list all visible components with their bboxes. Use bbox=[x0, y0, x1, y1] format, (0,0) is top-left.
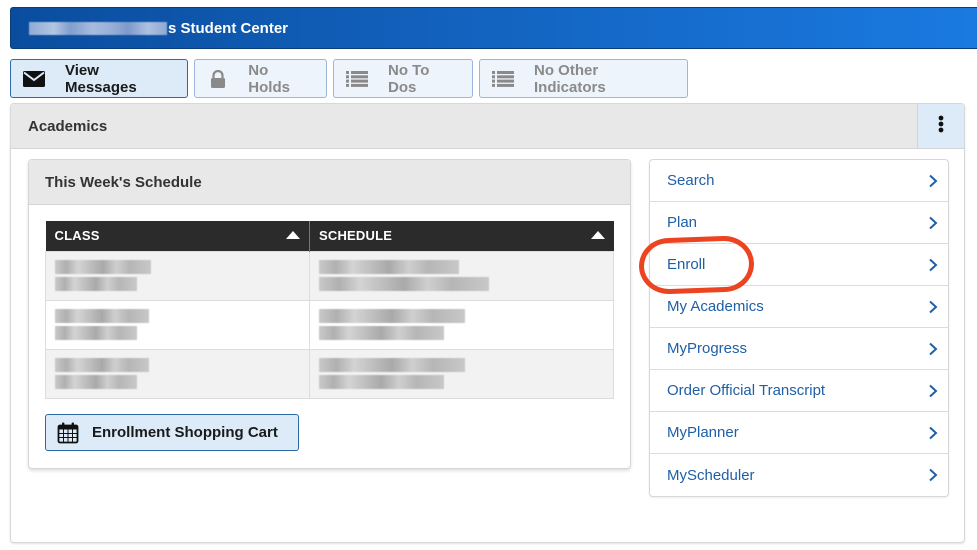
chevron-right-icon bbox=[928, 426, 938, 440]
view-messages-label: View Messages bbox=[65, 61, 137, 96]
schedule-cell-redacted bbox=[309, 250, 614, 301]
other-indicators-button[interactable]: No Other Indicators bbox=[479, 59, 688, 98]
list-icon bbox=[346, 70, 368, 88]
cart-button-label: Enrollment Shopping Cart bbox=[92, 424, 278, 441]
column-header-schedule[interactable]: SCHEDULE bbox=[309, 221, 614, 251]
class-cell-redacted bbox=[45, 250, 310, 301]
schedule-title: This Week's Schedule bbox=[45, 173, 202, 191]
list-icon bbox=[492, 70, 514, 88]
sort-ascending-icon[interactable] bbox=[286, 231, 300, 239]
calendar-icon bbox=[57, 422, 79, 444]
view-messages-button[interactable]: View Messages bbox=[10, 59, 188, 98]
page-title-bar: s Student Center bbox=[10, 7, 977, 49]
todos-button[interactable]: No To Dos bbox=[333, 59, 473, 98]
table-row bbox=[45, 348, 614, 399]
academics-header: Academics bbox=[11, 104, 964, 149]
kebab-vertical-icon bbox=[938, 115, 944, 137]
chevron-right-icon bbox=[928, 384, 938, 398]
page-title: s Student Center bbox=[168, 19, 289, 37]
chevron-right-icon bbox=[928, 300, 938, 314]
academics-menu-button[interactable] bbox=[917, 104, 964, 148]
todos-label: No To Dos bbox=[388, 61, 430, 96]
holds-label: No Holds bbox=[248, 61, 290, 96]
weekly-schedule-card: This Week's Schedule CLASS SCHEDULE Enro… bbox=[28, 159, 631, 469]
chevron-right-icon bbox=[928, 216, 938, 230]
class-cell-redacted bbox=[45, 299, 310, 350]
nav-link-plan[interactable]: Plan bbox=[650, 202, 948, 244]
nav-link-myplanner[interactable]: MyPlanner bbox=[650, 412, 948, 454]
column-header-class[interactable]: CLASS bbox=[45, 221, 310, 251]
chevron-right-icon bbox=[928, 342, 938, 356]
academics-title: Academics bbox=[28, 117, 108, 135]
nav-link-search[interactable]: Search bbox=[650, 160, 948, 202]
class-cell-redacted bbox=[45, 348, 310, 399]
nav-link-myprogress[interactable]: MyProgress bbox=[650, 328, 948, 370]
chevron-right-icon bbox=[928, 468, 938, 482]
schedule-cell-redacted bbox=[309, 348, 614, 399]
nav-link-myscheduler[interactable]: MyScheduler bbox=[650, 454, 948, 496]
academics-nav-list: Search Plan Enroll My Academics MyProgre… bbox=[649, 159, 949, 497]
nav-link-order-transcript[interactable]: Order Official Transcript bbox=[650, 370, 948, 412]
student-name-redacted bbox=[29, 21, 167, 35]
schedule-header: This Week's Schedule bbox=[29, 160, 630, 205]
schedule-cell-redacted bbox=[309, 299, 614, 350]
sort-ascending-icon[interactable] bbox=[590, 231, 605, 239]
nav-link-my-academics[interactable]: My Academics bbox=[650, 286, 948, 328]
table-row bbox=[45, 299, 614, 350]
chevron-right-icon bbox=[928, 258, 938, 272]
enrollment-shopping-cart-button[interactable]: Enrollment Shopping Cart bbox=[45, 414, 299, 451]
schedule-table: CLASS SCHEDULE bbox=[45, 221, 614, 399]
indicator-bar: View Messages No Holds No To Dos No Othe… bbox=[10, 59, 688, 98]
lock-icon bbox=[207, 69, 228, 88]
holds-button[interactable]: No Holds bbox=[194, 59, 327, 98]
nav-link-enroll[interactable]: Enroll bbox=[650, 244, 948, 286]
chevron-right-icon bbox=[928, 174, 938, 188]
other-indicators-label: No Other Indicators bbox=[534, 61, 606, 96]
academics-panel: Academics This Week's Schedule CLASS SCH… bbox=[10, 103, 965, 543]
table-row bbox=[45, 250, 614, 301]
envelope-icon bbox=[23, 70, 45, 88]
